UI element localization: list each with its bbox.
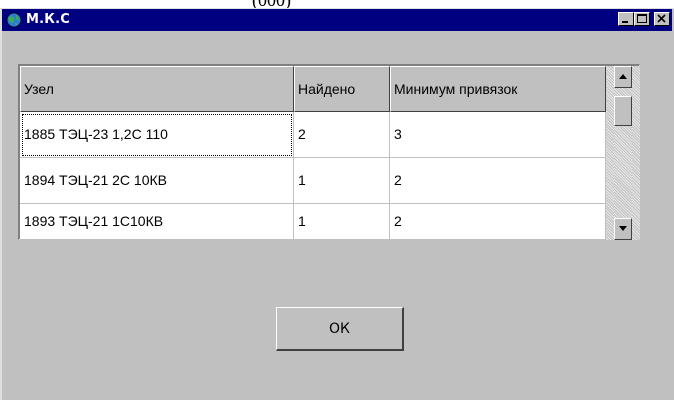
scrollbar-thumb[interactable] <box>614 96 632 126</box>
partial-caption-text: (000) <box>252 0 392 8</box>
globe-icon <box>6 12 22 28</box>
minimize-button[interactable] <box>618 12 634 26</box>
arrow-down-icon <box>619 226 627 231</box>
cell-min-bindings[interactable]: 2 <box>390 204 606 240</box>
cell-node[interactable]: 1894 ТЭЦ-21 2С 10КВ <box>20 158 294 204</box>
close-icon <box>657 14 666 23</box>
column-header-node[interactable]: Узел <box>20 66 294 112</box>
cell-found[interactable]: 1 <box>294 204 390 240</box>
ok-button[interactable]: ОК <box>276 307 404 351</box>
vertical-scrollbar[interactable] <box>606 66 640 240</box>
maximize-icon <box>637 14 647 23</box>
column-header-min-bindings[interactable]: Минимум привязок <box>390 66 606 112</box>
close-button[interactable] <box>654 12 670 26</box>
column-header-found[interactable]: Найдено <box>294 66 390 112</box>
cell-node[interactable]: 1893 ТЭЦ-21 1С10КВ <box>20 204 294 240</box>
title-bar[interactable]: М.К.С <box>2 9 672 31</box>
cell-found[interactable]: 2 <box>294 112 390 158</box>
nodes-table: Узел Найдено Минимум привязок 1885 ТЭЦ-2… <box>18 64 640 240</box>
cell-node[interactable]: 1885 ТЭЦ-23 1,2С 110 <box>20 112 294 158</box>
minimize-icon <box>622 21 628 23</box>
scroll-down-button[interactable] <box>614 218 632 240</box>
arrow-up-icon <box>619 74 627 79</box>
cell-min-bindings[interactable]: 3 <box>390 112 606 158</box>
maximize-button[interactable] <box>634 12 650 26</box>
window-title: М.К.С <box>26 12 70 27</box>
scroll-up-button[interactable] <box>614 66 632 88</box>
cell-min-bindings[interactable]: 2 <box>390 158 606 204</box>
cell-found[interactable]: 1 <box>294 158 390 204</box>
